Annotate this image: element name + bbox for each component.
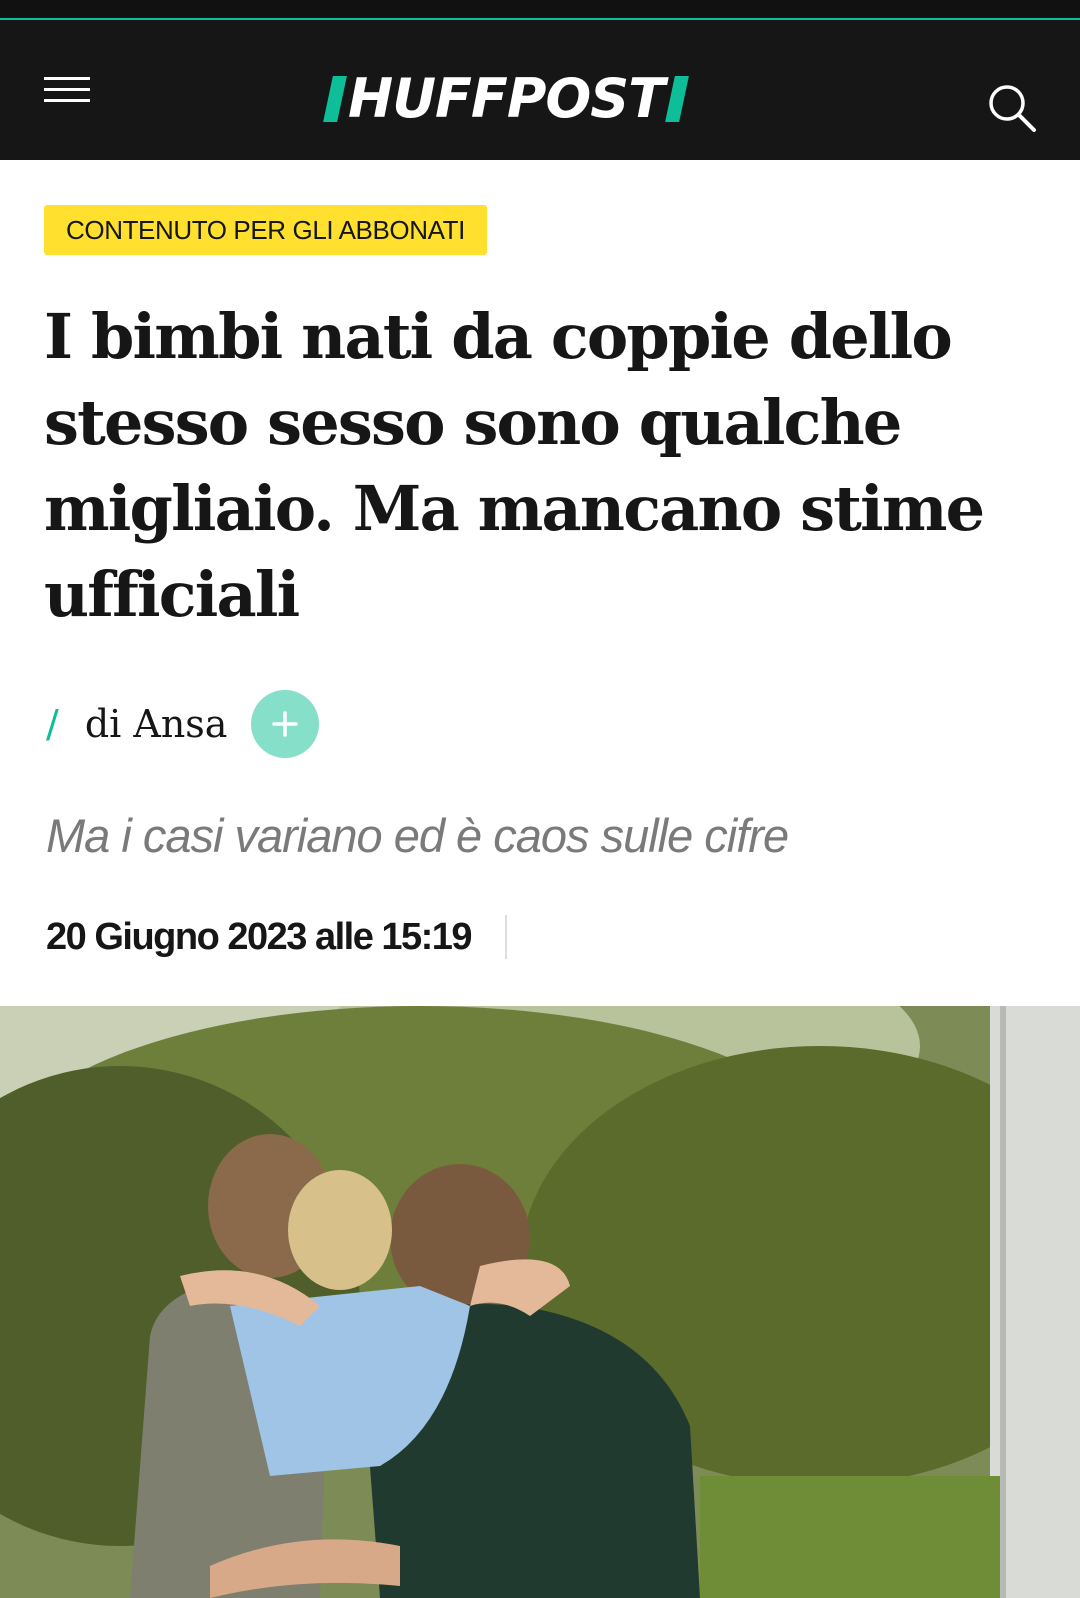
- family-hug-illustration: [0, 1006, 1080, 1598]
- publish-info: 20 Giugno 2023 alle 15:19: [46, 912, 508, 962]
- author-name[interactable]: di Ansa: [85, 702, 228, 746]
- logo-text: HUFFPOST: [348, 67, 665, 130]
- search-icon[interactable]: [988, 84, 1038, 134]
- logo-bar-right: [665, 76, 689, 122]
- huffpost-logo[interactable]: HUFFPOST: [323, 67, 752, 130]
- subscriber-content-badge: CONTENUTO PER GLI ABBONATI: [44, 205, 487, 255]
- article-subtitle: Ma i casi variano ed è caos sulle cifre: [46, 809, 789, 862]
- hamburger-menu-icon[interactable]: [44, 75, 90, 105]
- byline-slash: /: [46, 702, 59, 746]
- status-bar-strip: [0, 0, 1080, 20]
- follow-author-button[interactable]: [251, 690, 320, 758]
- plus-icon: [272, 711, 299, 737]
- date-separator: [505, 915, 508, 959]
- site-header: HUFFPOST: [0, 20, 1080, 160]
- byline: / di Ansa: [46, 690, 320, 758]
- article-headline: I bimbi nati da coppie dello stesso sess…: [44, 300, 985, 631]
- logo-bar-left: [323, 76, 347, 122]
- hero-photo[interactable]: [0, 1006, 1080, 1598]
- publish-date: 20 Giugno 2023 alle 15:19: [46, 915, 473, 958]
